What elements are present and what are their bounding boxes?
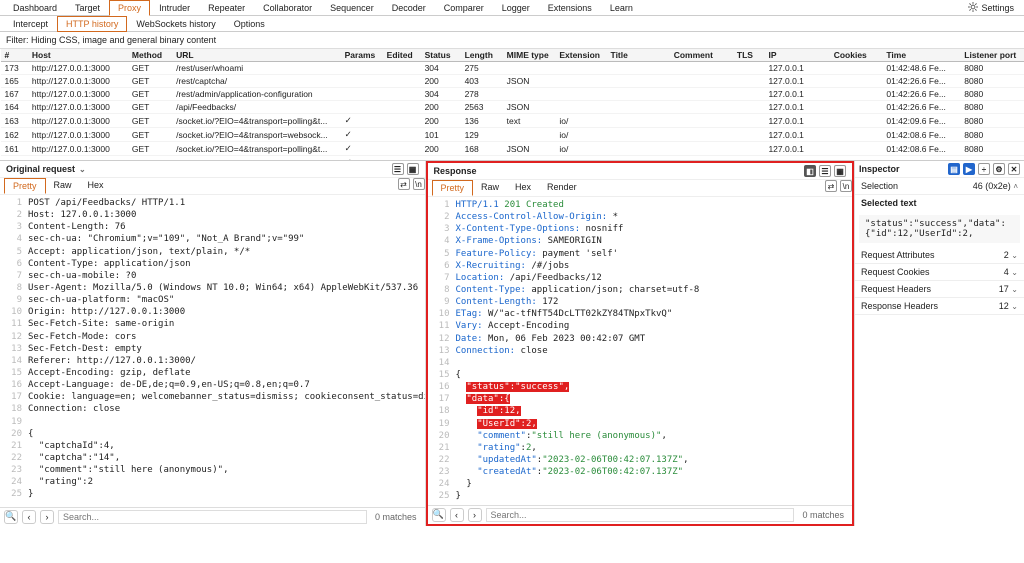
table-row[interactable]: 167http://127.0.0.1:3000GET/rest/admin/a…: [1, 88, 1024, 101]
inspector-selection-row[interactable]: Selection 46 (0x2e) ˄: [855, 178, 1024, 195]
prev-match-button[interactable]: ‹: [450, 508, 464, 522]
resp-tab-raw[interactable]: Raw: [473, 180, 507, 196]
req-wrap-toggle[interactable]: ⇄: [398, 178, 410, 190]
tab-decoder[interactable]: Decoder: [383, 0, 435, 16]
col-time[interactable]: Time: [882, 49, 960, 62]
subtab-http-history[interactable]: HTTP history: [57, 16, 127, 32]
prev-match-button[interactable]: ‹: [22, 510, 36, 524]
response-matches: 0 matches: [798, 510, 848, 520]
table-row[interactable]: 162http://127.0.0.1:3000GET/socket.io/?E…: [1, 128, 1024, 142]
chevron-up-icon: ˄: [1013, 182, 1018, 191]
insp-tool-1[interactable]: ▤: [948, 163, 960, 175]
col-[interactable]: #: [1, 49, 28, 62]
request-body[interactable]: 1POST /api/Feedbacks/ HTTP/1.12Host: 127…: [0, 195, 425, 507]
insp-tool-expand[interactable]: ÷: [978, 163, 990, 175]
col-url[interactable]: URL: [172, 49, 340, 62]
resp-layout-2[interactable]: ☰: [819, 165, 831, 177]
inspector-title: Inspector: [859, 164, 900, 174]
tab-extensions[interactable]: Extensions: [539, 0, 601, 16]
resp-layout-1[interactable]: ◧: [804, 165, 816, 177]
inspector-row[interactable]: Request Cookies4 ⌄: [855, 264, 1024, 281]
col-listenerport[interactable]: Listener port: [960, 49, 1023, 62]
inspector-row[interactable]: Request Attributes2 ⌄: [855, 247, 1024, 264]
history-table: #HostMethodURLParamsEditedStatusLengthMI…: [0, 49, 1024, 161]
tab-collaborator[interactable]: Collaborator: [254, 0, 321, 16]
next-match-button[interactable]: ›: [40, 510, 54, 524]
tab-intruder[interactable]: Intruder: [150, 0, 199, 16]
col-ip[interactable]: IP: [764, 49, 829, 62]
request-matches: 0 matches: [371, 512, 421, 522]
search-icon[interactable]: 🔍: [432, 508, 446, 522]
table-row[interactable]: 161http://127.0.0.1:3000GET/socket.io/?E…: [1, 142, 1024, 156]
tab-proxy[interactable]: Proxy: [109, 0, 150, 16]
history-table-wrap[interactable]: #HostMethodURLParamsEditedStatusLengthMI…: [0, 49, 1024, 161]
col-host[interactable]: Host: [28, 49, 128, 62]
col-title[interactable]: Title: [607, 49, 670, 62]
inspector-row[interactable]: Response Headers12 ⌄: [855, 298, 1024, 315]
req-tab-raw[interactable]: Raw: [46, 178, 80, 194]
selected-text-label: Selected text: [855, 195, 1024, 211]
close-icon[interactable]: ✕: [1008, 163, 1020, 175]
response-body[interactable]: 1HTTP/1.1 201 Created2Access-Control-All…: [428, 197, 853, 505]
resp-layout-3[interactable]: ▦: [834, 165, 846, 177]
tab-sequencer[interactable]: Sequencer: [321, 0, 383, 16]
resp-newline-toggle[interactable]: \n: [840, 180, 852, 192]
req-tab-hex[interactable]: Hex: [80, 178, 112, 194]
response-panel: Response ◧ ☰ ▦ Pretty Raw Hex Render ⇄ \…: [426, 161, 855, 526]
col-cookies[interactable]: Cookies: [830, 49, 883, 62]
col-params[interactable]: Params: [341, 49, 383, 62]
next-match-button[interactable]: ›: [468, 508, 482, 522]
resp-tab-hex[interactable]: Hex: [507, 180, 539, 196]
col-length[interactable]: Length: [461, 49, 503, 62]
request-panel: Original request ⌄ ☰ ▦ Pretty Raw Hex ⇄ …: [0, 161, 426, 526]
subtab-websockets-history[interactable]: WebSockets history: [127, 16, 224, 32]
col-status[interactable]: Status: [421, 49, 461, 62]
layout-btn-1[interactable]: ☰: [392, 163, 404, 175]
selected-text-value: "status":"success","data":{"id":12,"User…: [859, 215, 1020, 243]
tab-logger[interactable]: Logger: [493, 0, 539, 16]
response-title: Response: [434, 166, 477, 176]
gear-icon[interactable]: ⚙: [993, 163, 1005, 175]
subtab-intercept[interactable]: Intercept: [4, 16, 57, 32]
gear-icon: [968, 2, 978, 14]
tab-repeater[interactable]: Repeater: [199, 0, 254, 16]
tab-target[interactable]: Target: [66, 0, 109, 16]
insp-tool-2[interactable]: ▶: [963, 163, 975, 175]
col-method[interactable]: Method: [128, 49, 172, 62]
proxy-sub-tabs: Intercept HTTP history WebSockets histor…: [0, 16, 1024, 32]
filter-bar[interactable]: Filter: Hiding CSS, image and general bi…: [0, 32, 1024, 49]
layout-btn-2[interactable]: ▦: [407, 163, 419, 175]
settings-button[interactable]: Settings: [962, 0, 1020, 16]
col-edited[interactable]: Edited: [383, 49, 421, 62]
col-comment[interactable]: Comment: [670, 49, 733, 62]
col-tls[interactable]: TLS: [733, 49, 765, 62]
selection-count: 46 (0x2e): [973, 181, 1011, 191]
settings-label: Settings: [981, 3, 1014, 13]
col-mimetype[interactable]: MIME type: [503, 49, 556, 62]
table-row[interactable]: 164http://127.0.0.1:3000GET/api/Feedback…: [1, 101, 1024, 114]
resp-wrap-toggle[interactable]: ⇄: [825, 180, 837, 192]
req-tab-pretty[interactable]: Pretty: [4, 178, 46, 194]
table-row[interactable]: 163http://127.0.0.1:3000GET/socket.io/?E…: [1, 114, 1024, 128]
main-tabs: Dashboard Target Proxy Intruder Repeater…: [0, 0, 1024, 16]
request-title: Original request: [6, 164, 75, 174]
table-row[interactable]: 165http://127.0.0.1:3000GET/rest/captcha…: [1, 75, 1024, 88]
table-row[interactable]: 173http://127.0.0.1:3000GET/rest/user/wh…: [1, 62, 1024, 75]
col-extension[interactable]: Extension: [555, 49, 606, 62]
req-newline-toggle[interactable]: \n: [413, 178, 425, 190]
tab-learn[interactable]: Learn: [601, 0, 642, 16]
tab-comparer[interactable]: Comparer: [435, 0, 493, 16]
response-search-input[interactable]: [486, 508, 795, 522]
chevron-down-icon[interactable]: ⌄: [79, 165, 86, 174]
search-icon[interactable]: 🔍: [4, 510, 18, 524]
inspector-row[interactable]: Request Headers17 ⌄: [855, 281, 1024, 298]
request-search-input[interactable]: [58, 510, 367, 524]
inspector-panel: Inspector ▤ ▶ ÷ ⚙ ✕ Selection 46 (0x2e) …: [854, 161, 1024, 526]
subtab-options[interactable]: Options: [225, 16, 274, 32]
message-panels: Original request ⌄ ☰ ▦ Pretty Raw Hex ⇄ …: [0, 161, 1024, 526]
resp-tab-render[interactable]: Render: [539, 180, 585, 196]
selection-label: Selection: [861, 181, 898, 191]
tab-dashboard[interactable]: Dashboard: [4, 0, 66, 16]
resp-tab-pretty[interactable]: Pretty: [432, 180, 474, 196]
